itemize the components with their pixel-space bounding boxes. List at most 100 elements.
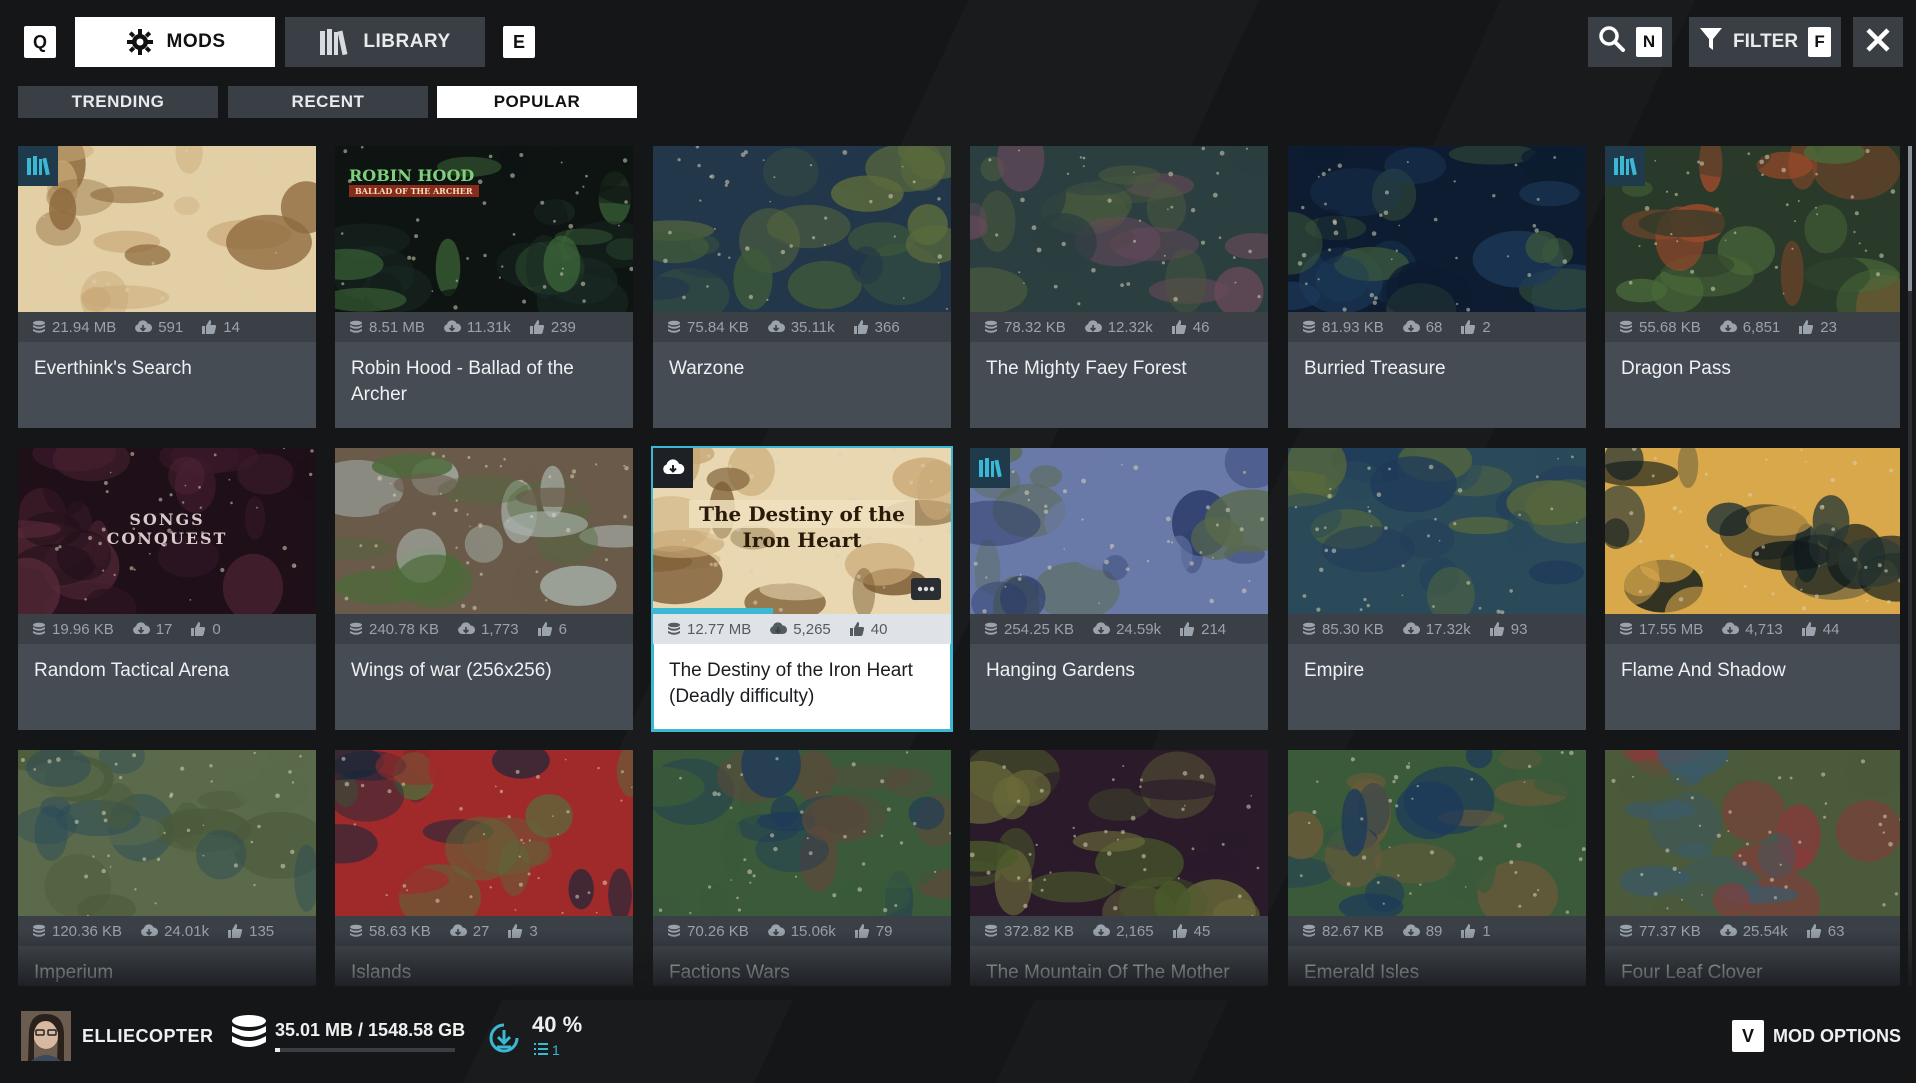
- stat-downloads: 2,165: [1092, 923, 1154, 940]
- stat-likes: 366: [853, 319, 900, 336]
- mod-card[interactable]: 77.37 KB 25.54k 63 Four Leaf Clover: [1605, 750, 1900, 986]
- downloads-cloud-icon: [1084, 320, 1102, 334]
- stat-size-value: 240.78 KB: [369, 620, 440, 638]
- download-queue[interactable]: 1: [534, 1042, 560, 1058]
- storage-bar: [275, 1048, 455, 1052]
- stat-likes-value: 46: [1192, 318, 1210, 336]
- stat-downloads-value: 591: [158, 318, 184, 336]
- search-button[interactable]: N: [1588, 17, 1672, 67]
- stat-downloads: 12.32k: [1084, 319, 1153, 336]
- downloads-cloud-icon: [443, 320, 461, 334]
- tab-mods-label: MODS: [166, 31, 226, 52]
- storage-size-icon: [349, 622, 363, 636]
- stat-size: 17.55 MB: [1619, 621, 1703, 638]
- thumbs-up-icon: [201, 319, 217, 335]
- search-icon: [1598, 25, 1626, 59]
- stat-likes-value: 239: [550, 318, 576, 336]
- stat-likes: 239: [529, 319, 576, 336]
- subtab-popular[interactable]: POPULAR: [437, 86, 637, 118]
- stat-likes-value: 135: [249, 922, 275, 940]
- storage-size-icon: [984, 320, 998, 334]
- next-tab-key[interactable]: E: [503, 26, 535, 58]
- mod-card[interactable]: SONGS CONQUEST 19.96 KB 17 0 Random Tactical …: [18, 448, 316, 730]
- subtab-trending[interactable]: TRENDING: [18, 86, 218, 118]
- downloads-cloud-icon: [1721, 622, 1740, 636]
- scrollbar[interactable]: [1908, 146, 1912, 986]
- stat-size: 120.36 KB: [32, 923, 122, 940]
- downloads-cloud-icon: [1402, 622, 1420, 636]
- queue-count: 1: [552, 1042, 560, 1058]
- stat-likes-value: 14: [223, 318, 240, 336]
- subtab-recent[interactable]: RECENT: [228, 86, 428, 118]
- tab-library[interactable]: LIBRARY: [285, 17, 485, 67]
- thumbs-up-icon: [1179, 621, 1195, 637]
- mod-card[interactable]: 254.25 KB 24.59k 214 Hanging Gardens: [970, 448, 1268, 730]
- mod-card[interactable]: ROBIN HOOD BALLAD OF THE ARCHER 8.51 MB 11.…: [335, 146, 633, 428]
- mod-thumbnail: [1605, 448, 1900, 614]
- stat-likes: 214: [1179, 621, 1226, 638]
- mod-stats: 78.32 KB 12.32k 46: [970, 312, 1268, 342]
- thumbnail-banner: ROBIN HOOD BALLAD OF THE ARCHER: [335, 166, 633, 197]
- mod-thumbnail: [335, 750, 633, 916]
- stat-size-value: 75.84 KB: [687, 318, 749, 336]
- thumbs-up-icon: [1806, 923, 1822, 939]
- stat-size: 75.84 KB: [667, 319, 749, 336]
- mod-card[interactable]: The Destiny of the Iron Heart 12.77 MB 5,26…: [651, 446, 953, 732]
- mod-card[interactable]: 85.30 KB 17.32k 93 Empire: [1288, 448, 1586, 730]
- tab-mods[interactable]: MODS: [75, 17, 275, 67]
- mod-card[interactable]: 55.68 KB 6,851 23 Dragon Pass: [1605, 146, 1900, 428]
- stat-likes: 14: [201, 319, 240, 336]
- stat-likes: 23: [1798, 319, 1837, 336]
- thumbs-up-icon: [1460, 923, 1476, 939]
- mod-card[interactable]: 17.55 MB 4,713 44 Flame And Shadow: [1605, 448, 1900, 730]
- storage-size-icon: [32, 622, 46, 636]
- mod-thumbnail: [18, 146, 316, 312]
- filter-label: FILTER: [1733, 31, 1799, 52]
- thumbnail-banner-subtitle: CONQUEST: [106, 529, 228, 548]
- mod-card[interactable]: 81.93 KB 68 2 Burried Treasure: [1288, 146, 1586, 428]
- storage-size-icon: [349, 924, 363, 938]
- prev-tab-key[interactable]: Q: [24, 26, 56, 58]
- stat-downloads-value: 11.31k: [466, 318, 511, 336]
- close-button[interactable]: [1853, 17, 1903, 67]
- stat-size-value: 372.82 KB: [1004, 922, 1075, 940]
- thumbs-up-icon: [1460, 319, 1476, 335]
- stat-downloads: 89: [1402, 923, 1442, 940]
- mod-thumbnail: [1288, 750, 1586, 916]
- thumbs-up-icon: [1801, 621, 1817, 637]
- mod-card[interactable]: 21.94 MB 591 14 Everthink's Search: [18, 146, 316, 428]
- more-options-icon[interactable]: [911, 578, 941, 600]
- avatar[interactable]: [21, 1011, 71, 1061]
- stat-downloads-value: 5,265: [793, 620, 831, 638]
- mod-card[interactable]: 78.32 KB 12.32k 46 The Mighty Faey Forest: [970, 146, 1268, 428]
- stat-size-value: 85.30 KB: [1322, 620, 1384, 638]
- mod-thumbnail: [970, 146, 1268, 312]
- downloads-cloud-icon: [1402, 320, 1420, 334]
- stat-likes: 45: [1172, 923, 1210, 940]
- stat-downloads-value: 15.06k: [790, 922, 836, 940]
- stat-likes: 135: [227, 923, 274, 940]
- stat-size: 55.68 KB: [1619, 319, 1701, 336]
- mod-options-key[interactable]: V: [1732, 1020, 1764, 1052]
- mod-card[interactable]: 372.82 KB 2,165 45 The Mountain Of The Moth…: [970, 750, 1268, 986]
- stat-size-value: 8.51 MB: [369, 318, 425, 336]
- stat-downloads: 6,851: [1719, 319, 1780, 336]
- mod-stats: 75.84 KB 35.11k 366: [653, 312, 951, 342]
- storage-bar-fill: [275, 1048, 281, 1052]
- stat-downloads: 11.31k: [443, 319, 511, 336]
- mod-options-label[interactable]: MOD OPTIONS: [1773, 1026, 1901, 1047]
- mod-card[interactable]: 120.36 KB 24.01k 135 Imperium: [18, 750, 316, 986]
- stat-likes: 3: [507, 923, 538, 940]
- download-progress-icon[interactable]: [488, 1022, 520, 1059]
- mod-card[interactable]: 58.63 KB 27 3 Islands: [335, 750, 633, 986]
- mod-stats: 12.77 MB 5,265 40: [653, 614, 951, 644]
- mod-card[interactable]: 82.67 KB 89 1 Emerald Isles: [1288, 750, 1586, 986]
- mod-card[interactable]: 70.26 KB 15.06k 79 Factions Wars: [653, 750, 951, 986]
- mod-card[interactable]: 240.78 KB 1,773 6 Wings of war (256x256): [335, 448, 633, 730]
- mod-title: Factions Wars: [669, 962, 790, 983]
- filter-button[interactable]: FILTER F: [1689, 17, 1841, 67]
- thumbnail-banner: The Destiny of the Iron Heart: [653, 500, 951, 552]
- storage-size-icon: [1619, 622, 1633, 636]
- scrollbar-thumb[interactable]: [1908, 146, 1912, 291]
- mod-card[interactable]: 75.84 KB 35.11k 366 Warzone: [653, 146, 951, 428]
